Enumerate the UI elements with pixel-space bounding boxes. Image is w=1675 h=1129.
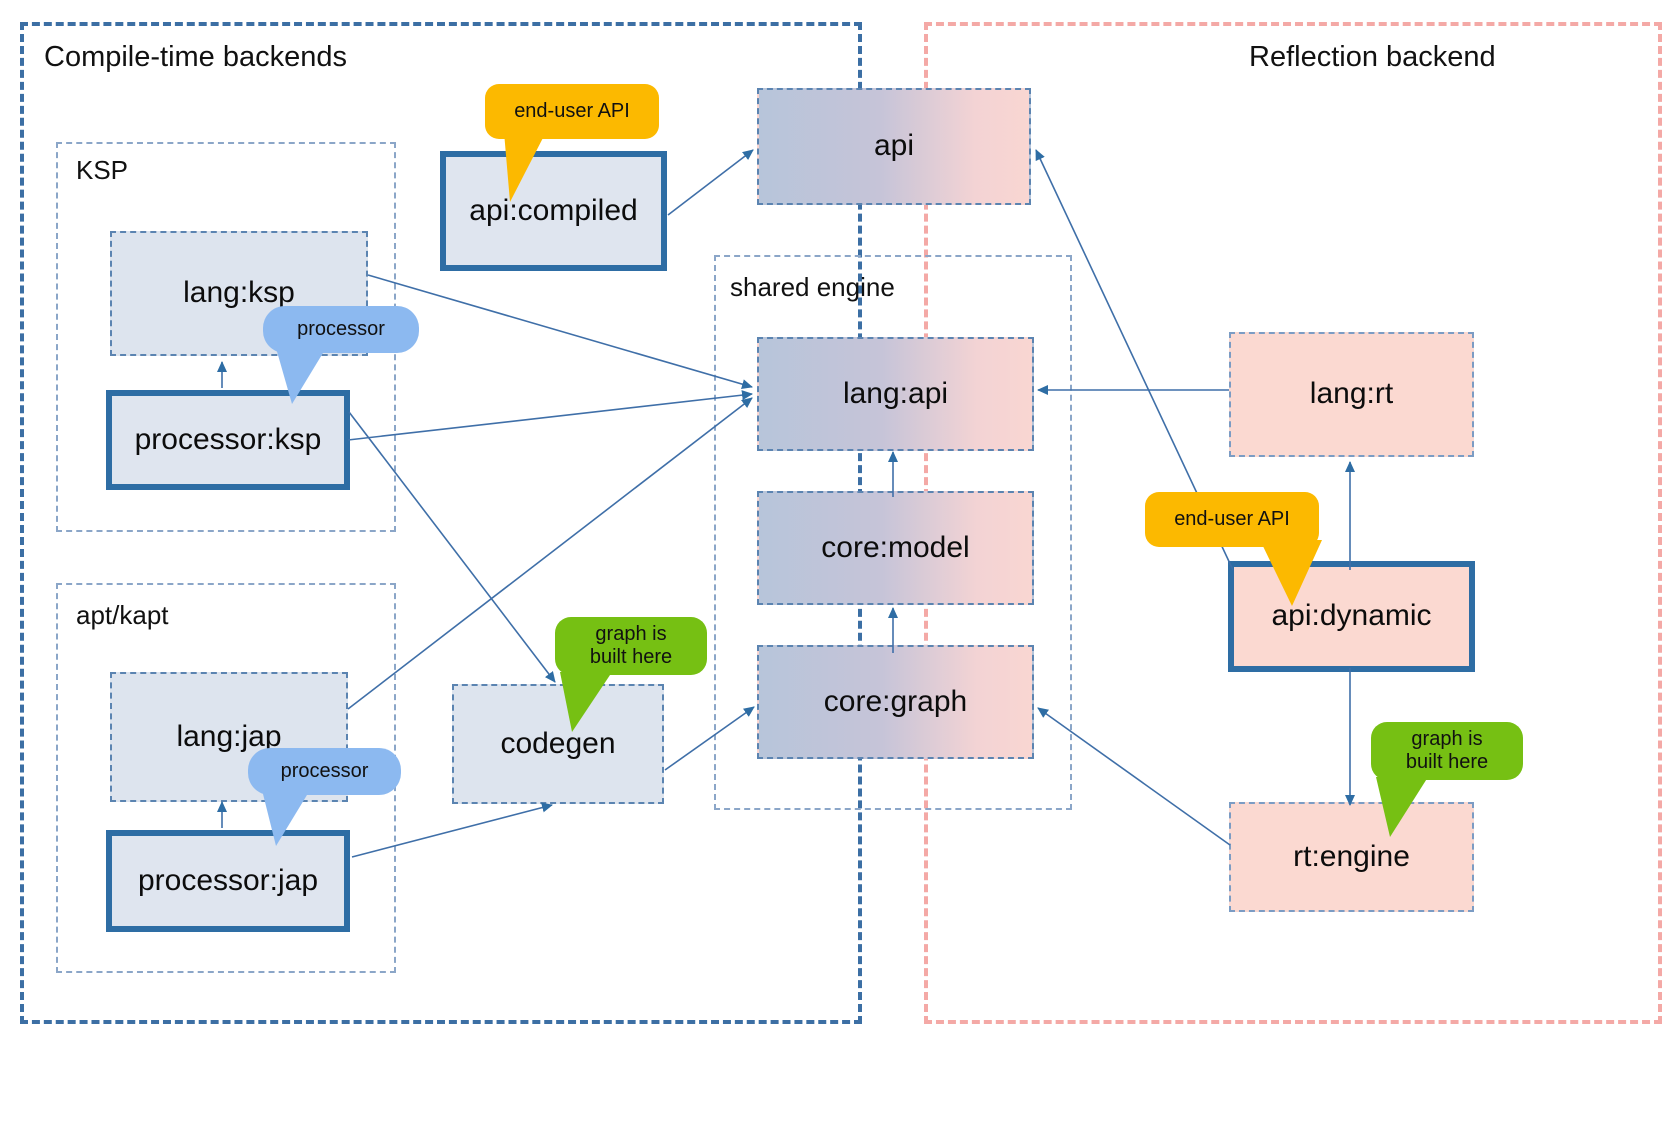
node-lang-api-label: lang:api	[842, 376, 949, 410]
node-api-label: api	[873, 129, 915, 163]
callout-processor-ksp: processor	[263, 306, 419, 353]
callout-tail-processor-ksp-shape	[276, 348, 326, 404]
callout-processor-jap-label: processor	[280, 760, 369, 783]
node-core-model[interactable]: core:model	[757, 491, 1034, 605]
node-core-graph-label: core:graph	[823, 684, 968, 718]
callout-graph-built-codegen-label: graph is built here	[589, 623, 673, 668]
node-core-graph[interactable]: core:graph	[757, 645, 1034, 759]
node-lang-api[interactable]: lang:api	[757, 337, 1034, 451]
callout-graph-built-codegen: graph is built here	[555, 617, 707, 675]
node-lang-rt-label: lang:rt	[1309, 377, 1394, 411]
node-lang-ksp-label: lang:ksp	[183, 276, 295, 310]
node-core-model-label: core:model	[821, 530, 970, 564]
callout-end-user-api-compiled-label: end-user API	[514, 100, 630, 123]
callout-processor-jap: processor	[248, 748, 401, 795]
callout-processor-ksp-label: processor	[297, 318, 385, 341]
subgroup-apt-kapt-title: apt/kapt	[76, 600, 169, 630]
callout-graph-built-rt: graph is built here	[1371, 722, 1523, 780]
node-rt-engine-label: rt:engine	[1293, 839, 1410, 873]
callout-graph-built-rt-label: graph is built here	[1405, 728, 1489, 773]
callout-tail-dynamic-shape	[1260, 540, 1322, 606]
subgroup-ksp-title: KSP	[76, 155, 129, 185]
group-reflection-title: Reflection backend	[1249, 41, 1496, 73]
callout-tail-graph-codegen-shape	[560, 672, 612, 732]
node-processor-ksp-label: processor:ksp	[134, 422, 322, 456]
callout-end-user-api-dynamic-label: end-user API	[1174, 508, 1290, 531]
callout-tail-processor-jap-shape	[262, 790, 310, 846]
node-processor-jap-label: processor:jap	[137, 863, 319, 897]
subgroup-shared-engine-title: shared engine	[730, 272, 895, 302]
callout-tail-graph-rt-shape	[1376, 777, 1428, 837]
diagram-canvas: Compile-time backends Reflection backend…	[0, 0, 1675, 1129]
group-compile-time-title: Compile-time backends	[44, 41, 348, 73]
callout-tail-compiled-shape	[504, 132, 546, 202]
node-api[interactable]: api	[757, 88, 1031, 205]
node-lang-rt[interactable]: lang:rt	[1229, 332, 1474, 457]
